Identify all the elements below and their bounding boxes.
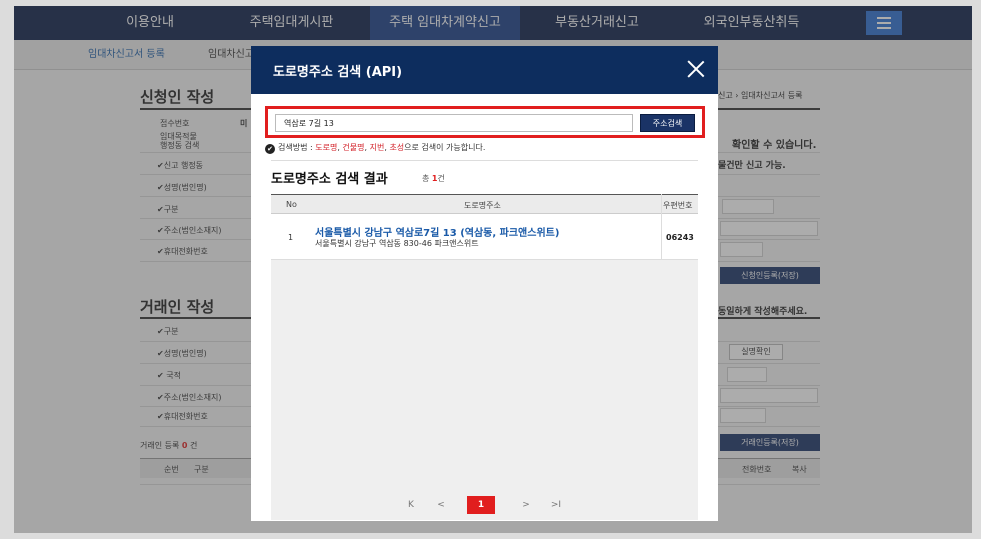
row-no: 1: [288, 233, 294, 242]
search-hint: ✔ 검색방법 : 도로명, 건물명, 지번, 초성으로 검색이 가능합니다.: [265, 142, 485, 154]
page-1-button[interactable]: 1: [467, 496, 495, 514]
results-table-header: No 도로명주소 우편번호: [271, 194, 698, 214]
prev-page-button[interactable]: <: [431, 496, 451, 514]
pagination: K < 1 > >I: [271, 496, 698, 516]
jibun-address: 서울특별시 강남구 역삼동 830-46 파크앤스위트: [315, 239, 479, 248]
address-search-button[interactable]: 주소검색: [640, 114, 695, 132]
close-icon[interactable]: [687, 60, 705, 78]
first-page-button[interactable]: K: [401, 496, 421, 514]
address-search-input[interactable]: [275, 114, 633, 132]
check-circle-icon: ✔: [265, 144, 275, 154]
search-bar-highlight: 주소검색: [265, 106, 705, 138]
result-count: 총 1건: [422, 174, 445, 183]
address-search-modal: 도로명주소 검색 (API) 주소검색 ✔검색방법 : 도로명, 건물명, 지번…: [251, 46, 718, 521]
next-page-button[interactable]: >: [516, 496, 536, 514]
table-row[interactable]: 1 서울특별시 강남구 역삼로7길 13 (역삼동, 파크앤스위트) 서울특별시…: [271, 214, 698, 260]
modal-header: 도로명주소 검색 (API): [251, 46, 718, 94]
browser-viewport: 이용안내 주택임대게시판 주택 임대차계약신고 부동산거래신고 외국인부동산취득…: [14, 6, 972, 533]
result-title: 도로명주소 검색 결과: [271, 172, 388, 187]
modal-title: 도로명주소 검색 (API): [273, 65, 403, 80]
col-no: No: [286, 200, 297, 209]
last-page-button[interactable]: >I: [546, 496, 566, 514]
col-zip: 우편번호: [663, 201, 693, 210]
road-address-link[interactable]: 서울특별시 강남구 역삼로7길 13 (역삼동, 파크앤스위트): [315, 224, 559, 239]
results-table: No 도로명주소 우편번호 1 서울특별시 강남구 역삼로7길 13 (역삼동,…: [271, 194, 698, 520]
zip-code: 06243: [666, 233, 694, 242]
col-road-address: 도로명주소: [464, 201, 501, 210]
